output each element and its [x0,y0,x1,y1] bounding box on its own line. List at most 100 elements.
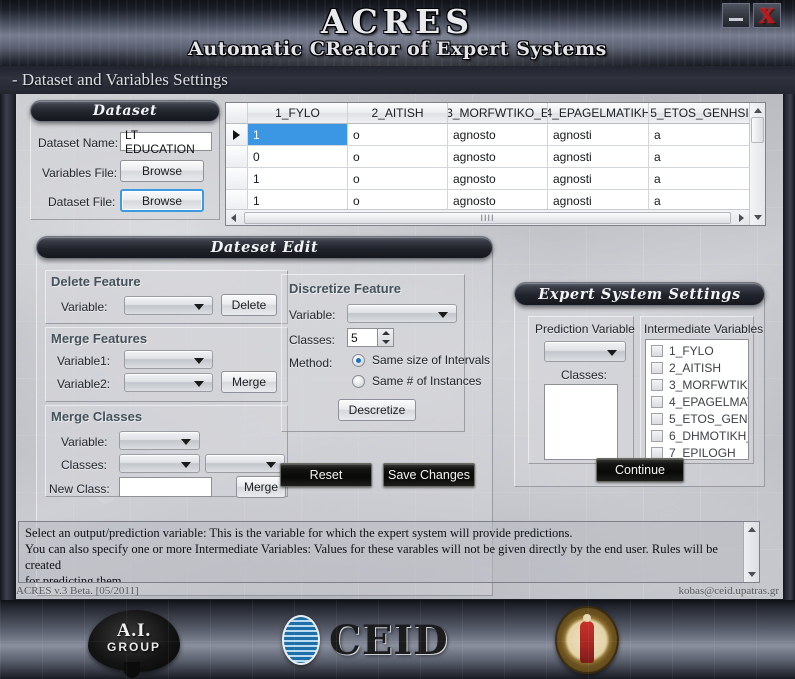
dataset-edit-group-title: Dateset Edit [210,239,319,256]
radio-button-icon[interactable] [352,353,365,367]
grid-column-header[interactable]: 1_FYLO [248,103,348,123]
grid-cell[interactable]: 0 [248,146,348,167]
grid-cell[interactable]: agnosti [548,124,649,145]
checkbox-icon[interactable] [651,378,663,391]
prediction-variable-select[interactable] [544,341,626,362]
merge-variable2-value [125,374,212,376]
globe-icon [282,615,320,665]
reset-button[interactable]: Reset [280,463,372,487]
scroll-up-icon[interactable] [747,527,756,532]
grid-cell[interactable]: agnosti [548,190,649,211]
grid-cell[interactable]: a [649,124,751,145]
scroll-left-icon[interactable] [231,213,236,222]
grid-cell[interactable]: agnosti [548,146,649,167]
delete-variable-select[interactable] [124,296,213,315]
grid-cell[interactable]: a [649,190,751,211]
grid-column-header[interactable]: 2_AITISH [348,103,448,123]
list-item[interactable]: 6_DHMOTIKH_K [646,427,748,444]
table-row[interactable]: 1 o agnosto agnosti a [226,124,765,146]
scroll-thumb[interactable] [751,117,764,143]
checkbox-icon[interactable] [651,395,663,408]
grid-cell[interactable]: o [348,146,448,167]
grid-column-header[interactable]: 4_EPAGELMATIKH [548,103,649,123]
discretize-variable-select[interactable] [347,304,457,323]
grid-cell[interactable]: o [348,168,448,189]
scroll-up-icon[interactable] [753,108,762,113]
discretize-classes-stepper[interactable]: 5 [347,328,395,347]
prediction-classes-list[interactable] [544,384,618,460]
grid-cell[interactable]: a [649,168,751,189]
new-class-input[interactable] [119,477,212,497]
checkbox-icon[interactable] [651,344,663,357]
variables-file-browse-button[interactable]: Browse [120,160,204,182]
grid-cell[interactable]: 1 [248,190,348,211]
dataset-name-input[interactable]: LT EDUCATION [120,128,212,156]
merge-variable2-select[interactable] [124,373,213,392]
chevron-down-icon [438,311,448,318]
list-item[interactable]: 1_FYLO [646,342,748,359]
descretize-button[interactable]: Descretize [338,399,416,421]
chevron-down-icon [194,380,204,387]
close-button[interactable]: X [753,3,781,28]
scroll-thumb[interactable]: IIII [244,211,731,224]
grid-horizontal-scrollbar[interactable]: IIII [226,209,749,225]
discretize-classes-value[interactable]: 5 [347,328,377,347]
merge-variable1-select[interactable] [124,350,213,369]
info-text-area[interactable]: Select an output/prediction variable: Th… [18,521,760,583]
table-row[interactable]: 1 o agnosto agnosti a [226,168,765,190]
delete-variable-value [125,297,212,299]
grid-cell[interactable]: agnosti [548,168,649,189]
list-item-label: 2_AITISH [669,360,722,375]
merge-classes-variable-select[interactable] [119,431,200,450]
grid-corner-cell [226,103,248,123]
grid-vertical-scrollbar[interactable] [749,103,765,225]
ai-group-logo: A.I. GROUP [88,606,184,678]
grid-cell[interactable]: agnosto [448,168,548,189]
new-class-label: New Class: [49,482,110,496]
merge-classes-class1-select[interactable] [119,454,200,473]
grid-cell[interactable]: o [348,190,448,211]
stepper-increment[interactable] [378,329,393,338]
method-option-same-instances[interactable]: Same # of Instances [352,374,481,388]
scroll-down-icon[interactable] [747,572,756,577]
delete-button[interactable]: Delete [221,294,277,316]
continue-button[interactable]: Continue [596,458,684,482]
merge-features-button[interactable]: Merge [221,371,277,393]
checkbox-icon[interactable] [651,446,663,459]
grid-cell[interactable]: o [348,124,448,145]
grid-column-header[interactable]: 3_MORFWTIKO_E [448,103,548,123]
grid-cell[interactable]: agnosto [448,124,548,145]
ai-group-line2: GROUP [106,640,161,654]
radio-button-icon[interactable] [352,374,365,388]
dataset-grid[interactable]: 1_FYLO 2_AITISH 3_MORFWTIKO_E 4_EPAGELMA… [225,102,766,226]
stepper-decrement[interactable] [378,338,393,347]
method-option-same-size[interactable]: Same size of Intervals [352,353,490,367]
intermediate-variables-list[interactable]: 1_FYLO 2_AITISH 3_MORFWTIKO_ 4_EPAGELMAT… [645,339,749,460]
list-item[interactable]: 2_AITISH [646,359,748,376]
info-vertical-scrollbar[interactable] [743,522,759,582]
info-text: Select an output/prediction variable: Th… [25,525,739,582]
merge-classes-class2-select[interactable] [205,454,285,473]
title-banner: ACRES Automatic CReator of Expert System… [0,0,795,68]
grid-cell[interactable]: agnosto [448,190,548,211]
grid-cell[interactable]: a [649,146,751,167]
scroll-right-icon[interactable] [739,213,744,222]
checkbox-icon[interactable] [651,361,663,374]
list-item[interactable]: 5_ETOS_GENHS [646,410,748,427]
save-changes-button[interactable]: Save Changes [383,463,475,487]
grid-column-header[interactable]: 5_ETOS_GENHSI [649,103,751,123]
grid-cell[interactable]: 1 [248,168,348,189]
checkbox-icon[interactable] [651,429,663,442]
dataset-file-browse-button[interactable]: Browse [120,189,204,212]
grid-cell[interactable]: 1 [248,124,348,145]
minimize-button[interactable] [722,3,750,28]
merge-classes-button[interactable]: Merge [236,476,286,498]
stepper-buttons[interactable] [377,328,394,347]
grid-cell[interactable]: agnosto [448,146,548,167]
scroll-down-icon[interactable] [753,215,762,220]
list-item[interactable]: 3_MORFWTIKO_ [646,376,748,393]
table-row[interactable]: 0 o agnosto agnosti a [226,146,765,168]
list-item[interactable]: 4_EPAGELMATII [646,393,748,410]
window-frame-left [0,0,16,679]
checkbox-icon[interactable] [651,412,663,425]
